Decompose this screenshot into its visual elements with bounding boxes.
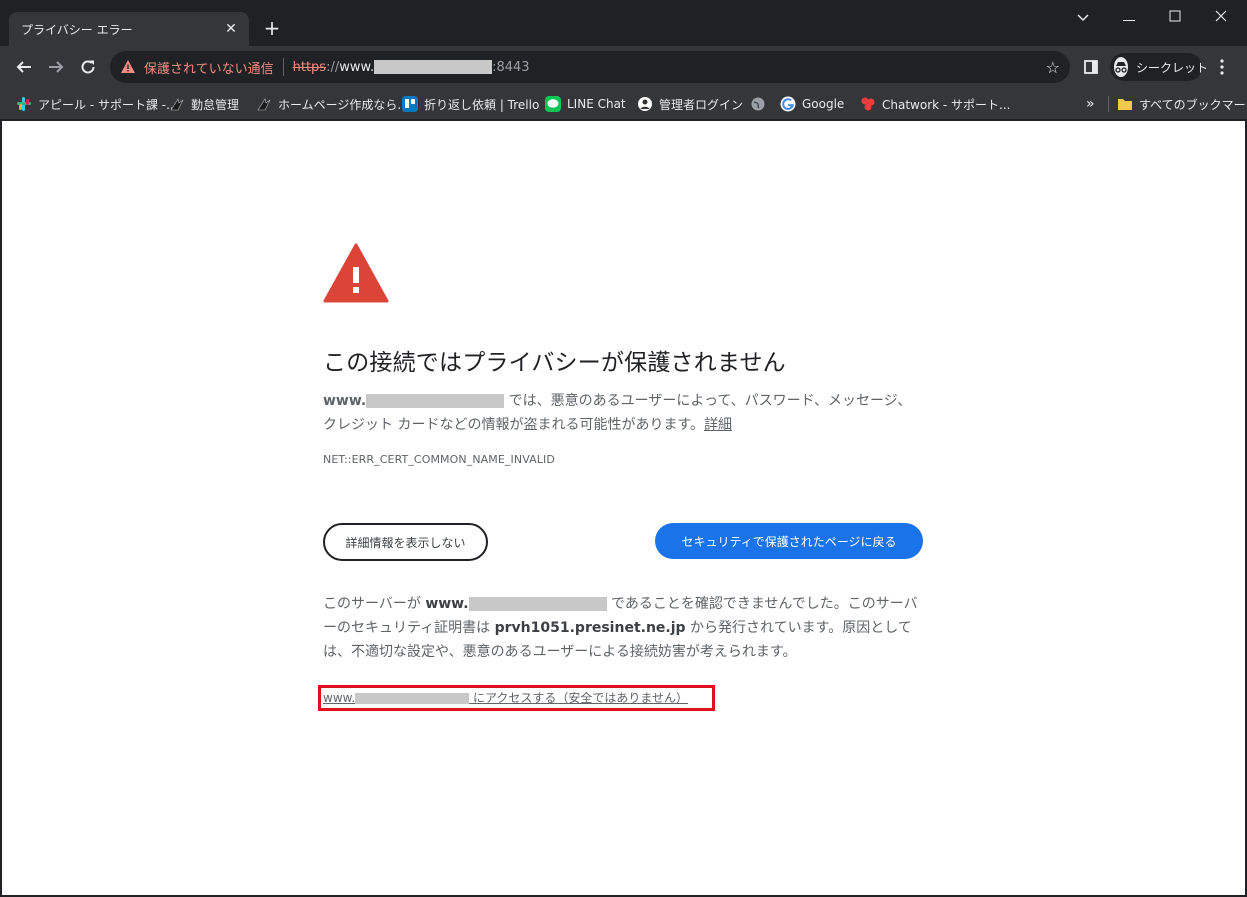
url-separator: :// — [326, 59, 340, 75]
tab-privacy-error[interactable]: プライバシー エラー ✕ — [9, 12, 249, 46]
omnibox-divider — [282, 58, 284, 76]
bookmarks-bar: アピール - サポート課 -... 勤怠管理 ホームページ作成なら... 折り返… — [0, 88, 1247, 120]
folder-icon — [1118, 99, 1132, 110]
redacted-hostname — [468, 597, 607, 611]
incognito-badge[interactable]: シークレット — [1110, 53, 1208, 81]
google-icon — [780, 96, 796, 112]
bookmark-chatwork[interactable]: Chatwork - サポート... — [860, 94, 1011, 114]
chatwork-icon — [861, 97, 875, 111]
bookmark-trello[interactable]: 折り返し依頼 | Trello — [402, 94, 539, 114]
bookmark-line-chat[interactable]: LINE Chat — [545, 94, 626, 114]
proceed-text: にアクセスする（安全ではありません） — [469, 691, 689, 705]
hide-details-button[interactable]: 詳細情報を表示しない — [323, 523, 488, 561]
bookmark-label: LINE Chat — [567, 97, 626, 111]
ninja-icon — [170, 98, 184, 111]
bookmarks-divider — [1108, 96, 1109, 112]
address-bar[interactable]: 保護されていない通信 https :// www. :8443 ☆ — [110, 51, 1070, 83]
warning-icon[interactable] — [120, 59, 136, 75]
globe-icon — [751, 97, 765, 111]
msg-host: www. — [323, 393, 367, 409]
line-icon — [545, 96, 561, 112]
back-arrow-icon[interactable] — [12, 55, 36, 79]
page-title: この接続ではプライバシーが保護されません — [323, 350, 786, 376]
all-bookmarks-label: すべてのブックマーク — [1139, 97, 1247, 112]
bookmark-label: アピール - サポート課 -... — [38, 97, 178, 112]
trello-icon — [402, 96, 418, 112]
not-secure-label[interactable]: 保護されていない通信 — [144, 58, 274, 77]
redacted-hostname — [366, 394, 505, 408]
main-message: www. では、悪意のあるユーザーによって、パスワード、メッセージ、クレジット … — [323, 389, 923, 437]
details-text: このサーバーが www. であることを確認できませんでした。このサーバーのセキュ… — [323, 592, 923, 664]
bookmarks-more-chevron-icon[interactable]: » — [1086, 94, 1095, 114]
close-window-button[interactable] — [1209, 8, 1233, 28]
menu-dots-icon[interactable] — [1210, 55, 1234, 79]
learn-more-link[interactable]: 詳細 — [704, 417, 732, 433]
url-scheme: https — [292, 59, 327, 75]
details-host: www. — [425, 596, 469, 612]
ninja-icon — [257, 98, 271, 111]
tab-search-chevron-down-icon[interactable] — [1071, 8, 1095, 28]
bookmark-label: 勤怠管理 — [191, 97, 240, 112]
tab-close-icon[interactable]: ✕ — [223, 21, 239, 37]
url-host: www. — [339, 59, 375, 75]
bookmark-google[interactable]: Google — [780, 94, 844, 114]
bookmark-star-icon[interactable]: ☆ — [1046, 58, 1060, 77]
bookmark-label: 管理者ログイン — [659, 97, 744, 112]
all-bookmarks-folder[interactable]: すべてのブックマーク — [1117, 94, 1247, 114]
proceed-host: www. — [323, 691, 356, 705]
tab-title: プライバシー エラー — [21, 22, 133, 37]
bookmark-homepage[interactable]: ホームページ作成なら... — [256, 94, 409, 114]
reload-icon[interactable] — [76, 55, 100, 79]
back-to-safety-button[interactable]: セキュリティで保護されたページに戻る — [655, 523, 923, 559]
bookmark-label: 折り返し依頼 | Trello — [424, 97, 540, 112]
tab-strip: プライバシー エラー ✕ + — [0, 0, 1247, 46]
bookmark-attendance[interactable]: 勤怠管理 — [169, 94, 239, 114]
side-panel-icon[interactable] — [1079, 55, 1103, 79]
certificate-issuer: prvh1051.presinet.ne.jp — [494, 620, 686, 636]
incognito-icon — [1114, 57, 1128, 77]
details-prefix: このサーバーが — [323, 596, 426, 612]
redacted-hostname — [355, 693, 470, 704]
slack-icon — [17, 97, 31, 111]
minimize-button[interactable] — [1117, 8, 1141, 28]
maximize-button[interactable] — [1163, 8, 1187, 28]
bookmark-globe[interactable] — [750, 94, 772, 114]
interstitial-page: この接続ではプライバシーが保護されません www. では、悪意のあるユーザーによ… — [2, 121, 1245, 895]
incognito-label: シークレット — [1136, 60, 1209, 75]
toolbar: 保護されていない通信 https :// www. :8443 ☆ シークレット — [0, 46, 1247, 88]
bookmark-label: Chatwork - サポート... — [882, 97, 1011, 112]
admin-icon — [638, 97, 652, 111]
redacted-hostname — [374, 60, 493, 74]
warning-triangle-icon — [323, 243, 389, 303]
bookmark-slack[interactable]: アピール - サポート課 -... — [16, 94, 178, 114]
error-code: NET::ERR_CERT_COMMON_NAME_INVALID — [323, 453, 555, 466]
forward-arrow-icon[interactable] — [44, 55, 68, 79]
proceed-unsafe-link[interactable]: www. にアクセスする（安全ではありません） — [323, 689, 688, 706]
bookmark-admin-login[interactable]: 管理者ログイン — [637, 94, 743, 114]
bookmark-label: ホームページ作成なら... — [278, 97, 409, 112]
url-port: :8443 — [492, 59, 530, 75]
new-tab-button[interactable]: + — [262, 17, 282, 39]
bookmark-label: Google — [802, 97, 845, 111]
